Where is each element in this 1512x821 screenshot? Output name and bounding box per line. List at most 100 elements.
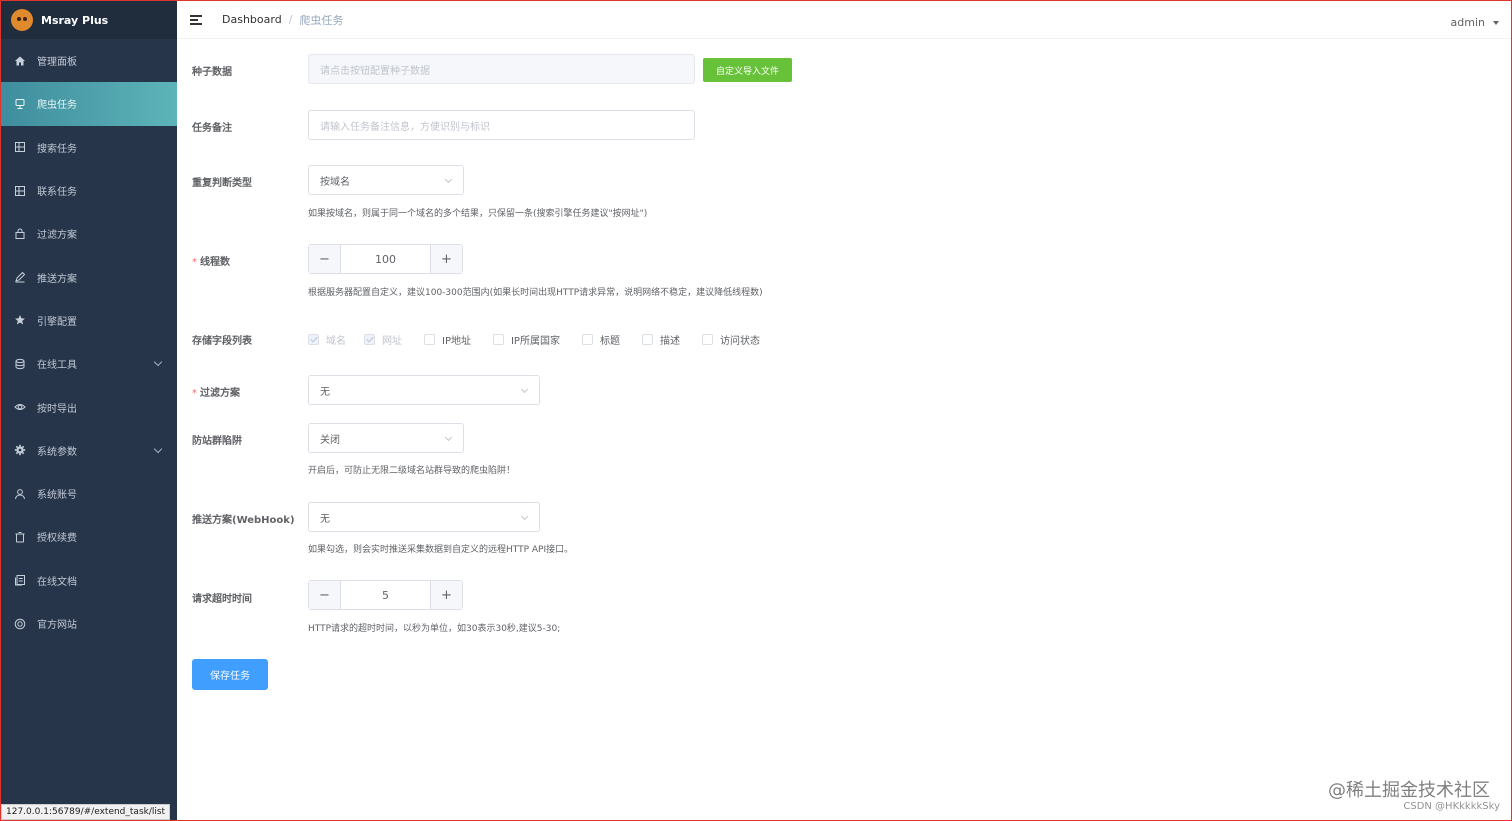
brand-name: Msray Plus [41,13,109,27]
monkey-logo-icon [11,9,33,31]
sidebar-item-label: 联系任务 [37,187,77,199]
task-note-placeholder: 请输入任务备注信息，方便识别与标识 [320,121,490,133]
sidebar-item-engine-config[interactable]: 引擎配置 [1,299,177,342]
user-dropdown[interactable]: admin [1451,16,1499,29]
field-checkbox-ip[interactable]: IP地址 [424,332,471,347]
dedupe-type-select[interactable]: 按域名 [308,165,464,195]
sidebar-item-online-docs[interactable]: 在线文档 [1,559,177,602]
filter-plan-label: * 过滤方案 [192,388,240,399]
checkbox-box[interactable] [492,334,504,345]
logo[interactable]: Msray Plus [1,1,177,39]
task-form: 种子数据 请点击按钮配置种子数据 自定义导入文件 任务备注 请输入任务备注信息，… [177,40,1511,820]
status-bar-url: 127.0.0.1:56789/#/extend_task/list [1,804,171,820]
sidebar-item-online-tools[interactable]: 在线工具 [1,342,177,385]
webhook-select[interactable]: 无 [308,502,540,532]
save-task-button[interactable]: 保存任务 [192,659,268,690]
sidebar-item-label: 搜索任务 [37,143,77,155]
timeout-stepper[interactable]: − 5 + [308,580,463,610]
sidebar-item-license-renew[interactable]: 授权续费 [1,515,177,558]
sidebar-item-label: 授权续费 [37,533,77,545]
filter-plan-value: 无 [320,386,330,398]
field-checkbox-ip-country[interactable]: IP所属国家 [492,332,560,347]
increment-button[interactable]: + [430,581,462,609]
task-note-input[interactable]: 请输入任务备注信息，方便识别与标识 [308,110,695,140]
sidebar-item-timed-export[interactable]: 按时导出 [1,385,177,428]
edit-icon [14,271,26,283]
sidebar-item-dashboard[interactable]: 管理面板 [1,39,177,82]
spider-icon [14,98,26,110]
breadcrumb-current: 爬虫任务 [299,13,344,27]
checkbox-box [308,334,319,345]
sidebar-item-label: 过滤方案 [37,230,77,242]
sidebar-item-label: 推送方案 [37,273,77,285]
chevron-down-icon [153,444,163,453]
checkbox-box[interactable] [581,334,593,345]
document-icon [14,574,26,586]
seed-data-placeholder: 请点击按钮配置种子数据 [320,65,430,77]
increment-button[interactable]: + [430,245,462,273]
sidebar-item-official-site[interactable]: 官方网站 [1,602,177,645]
threads-stepper[interactable]: − 100 + [308,244,463,274]
sidebar-item-label: 爬虫任务 [37,100,77,112]
sidebar-item-label: 在线文档 [37,576,77,588]
sidebar-item-push-plan[interactable]: 推送方案 [1,255,177,298]
top-header: Dashboard / 爬虫任务 admin [177,1,1511,39]
chevron-down-icon [444,433,453,442]
caret-down-icon [1493,20,1499,25]
sidebar-item-system-account[interactable]: 系统账号 [1,472,177,515]
timeout-label: 请求超时时间 [192,594,252,605]
sidebar-item-search-task[interactable]: 搜索任务 [1,126,177,169]
filter-plan-select[interactable]: 无 [308,375,540,405]
timeout-hint: HTTP请求的超时时间，以秒为单位，如30表示30秒,建议5-30; [308,624,561,634]
gear-icon [14,444,26,456]
seed-data-input[interactable]: 请点击按钮配置种子数据 [308,54,695,84]
field-checkbox-url: 网址 [364,332,402,347]
field-checkbox-description[interactable]: 描述 [641,332,680,347]
seed-data-label: 种子数据 [192,67,232,78]
site-trap-value: 关闭 [320,434,340,446]
eye-icon [14,401,26,413]
checkbox-box[interactable] [641,334,653,345]
dedupe-type-value: 按域名 [320,176,350,188]
threads-hint: 根据服务器配置自定义，建议100-300范围内(如果长时间出现HTTP请求异常，… [308,288,763,298]
grid-icon [14,141,26,153]
sidebar-item-system-params[interactable]: 系统参数 [1,429,177,472]
sidebar-item-filter-plan[interactable]: 过滤方案 [1,212,177,255]
sidebar-item-label: 在线工具 [37,360,77,372]
field-checkbox-access-status[interactable]: 访问状态 [701,332,760,347]
webhook-hint: 如果勾选，则会实时推送采集数据到自定义的远程HTTP API接口。 [308,545,574,555]
filter-icon [14,228,26,240]
required-mark: * [192,388,197,399]
chevron-down-icon [444,175,453,184]
sidebar-item-contact-task[interactable]: 联系任务 [1,169,177,212]
breadcrumb: Dashboard / 爬虫任务 [222,12,343,28]
chevron-down-icon [153,357,163,367]
checkbox-box[interactable] [424,334,435,345]
webhook-value: 无 [320,513,330,525]
timeout-value[interactable]: 5 [341,581,430,609]
storage-fields-label: 存储字段列表 [192,336,252,347]
sidebar-item-label: 引擎配置 [37,316,77,328]
tools-icon [14,358,26,370]
sidebar-item-crawler-task[interactable]: 爬虫任务 [1,82,177,126]
star-icon [14,314,26,326]
site-trap-label: 防站群陷阱 [192,436,242,447]
sidebar-item-label: 按时导出 [37,403,77,415]
hamburger-menu-icon[interactable] [190,14,202,25]
watermark-main: @稀土掘金技术社区 [1328,780,1490,801]
dedupe-type-hint: 如果按域名，则属于同一个域名的多个结果，只保留一条(搜索引擎任务建议"按网址") [308,209,648,219]
threads-value[interactable]: 100 [341,245,430,273]
globe-icon [14,618,26,630]
decrement-button[interactable]: − [309,245,341,273]
user-icon [14,488,26,500]
breadcrumb-home[interactable]: Dashboard [222,13,282,26]
checkbox-box[interactable] [701,334,713,345]
import-file-button[interactable]: 自定义导入文件 [703,58,792,82]
field-checkbox-domain: 域名 [308,332,346,347]
threads-label: * 线程数 [192,257,230,268]
chevron-down-icon [520,385,529,394]
checkbox-box [364,334,375,345]
field-checkbox-title[interactable]: 标题 [581,332,620,347]
site-trap-select[interactable]: 关闭 [308,423,464,453]
decrement-button[interactable]: − [309,581,341,609]
